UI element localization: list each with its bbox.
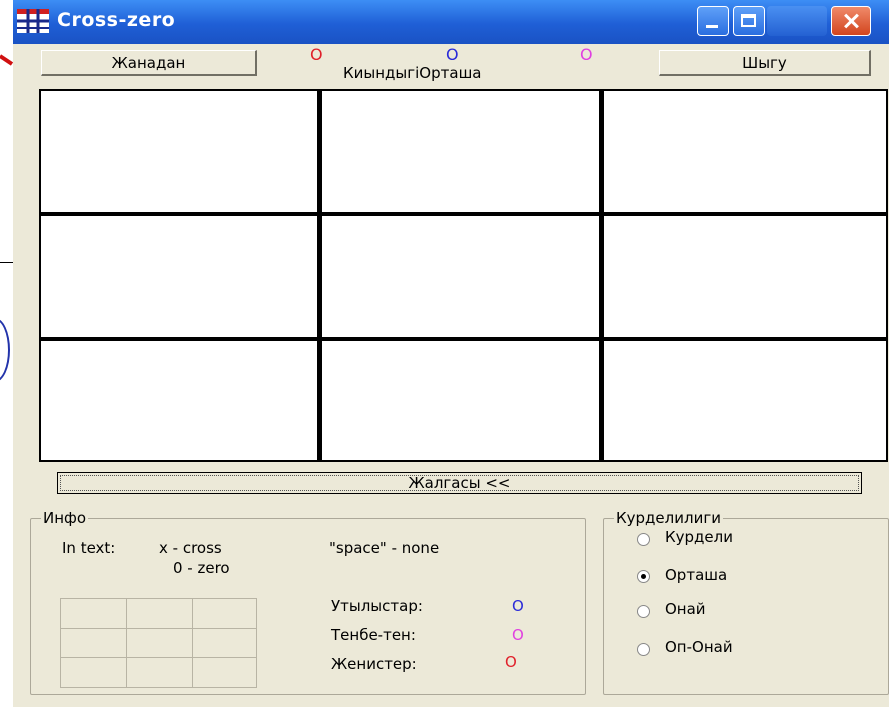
mini-board-cell — [193, 599, 256, 629]
mini-board-cell — [127, 658, 193, 687]
title-bar[interactable]: Cross-zero — [13, 0, 889, 44]
titlebar-spacer — [767, 6, 827, 36]
board-grid-line — [41, 212, 886, 216]
board-cell-4[interactable] — [41, 216, 317, 337]
mini-board-cell — [193, 658, 256, 687]
radio-hard-label[interactable]: Курдели — [665, 528, 733, 546]
focus-outline — [60, 475, 859, 491]
mini-board-cell — [61, 629, 127, 658]
app-window: Cross-zero Жанадан O O O КиындыгiОрташа … — [13, 0, 889, 707]
zero-legend-text: 0 - zero — [173, 559, 230, 577]
radio-hard[interactable] — [637, 533, 650, 546]
radio-easy[interactable] — [637, 605, 650, 618]
board-cell-1[interactable] — [41, 91, 317, 212]
mini-board-cell — [127, 599, 193, 629]
board-cell-8[interactable] — [322, 341, 599, 460]
board-grid-line — [317, 91, 322, 460]
continue-button[interactable]: Жалгасы << — [57, 472, 862, 494]
mini-board-cell — [61, 658, 127, 687]
status-pink-circle: O — [580, 45, 593, 64]
status-blue-circle: O — [446, 45, 459, 64]
draws-label: Тенбе-тен: — [331, 626, 416, 644]
game-board — [39, 89, 888, 462]
radio-easy-label[interactable]: Онай — [665, 600, 706, 618]
exit-button[interactable]: Шыгу — [659, 50, 871, 76]
board-cell-3[interactable] — [604, 91, 886, 212]
board-cell-2[interactable] — [322, 91, 599, 212]
difficulty-status-label: КиындыгiОрташа — [343, 64, 482, 82]
board-grid-line — [599, 91, 604, 460]
new-game-button[interactable]: Жанадан — [41, 50, 257, 76]
status-red-circle: O — [310, 45, 323, 64]
mini-board-cell — [61, 599, 127, 629]
radio-very-easy-label[interactable]: Оп-Онай — [665, 638, 733, 656]
close-button[interactable] — [831, 6, 871, 36]
mini-board-cell — [127, 629, 193, 658]
radio-very-easy[interactable] — [637, 643, 650, 656]
cross-legend-text: x - cross — [159, 539, 222, 557]
maximize-button[interactable] — [733, 6, 765, 36]
wins-label: Утылыстар: — [331, 597, 423, 615]
window-title: Cross-zero — [57, 9, 176, 31]
space-legend-text: "space" - none — [329, 539, 440, 557]
board-grid-line — [41, 337, 886, 341]
board-cell-7[interactable] — [41, 341, 317, 460]
background-divider — [0, 262, 14, 263]
difficulty-legend: Курделилиги — [616, 509, 721, 527]
info-legend: Инфо — [43, 509, 87, 527]
radio-medium[interactable] — [637, 570, 650, 583]
board-cell-9[interactable] — [604, 341, 886, 460]
draws-pink-circle: O — [512, 626, 524, 644]
in-text-label: In text: — [62, 539, 116, 557]
minimize-button[interactable] — [697, 6, 729, 36]
grid-app-icon — [17, 9, 49, 33]
background-arrow-icon — [0, 54, 14, 66]
board-cell-5[interactable] — [322, 216, 599, 337]
mini-board-cell — [193, 629, 256, 658]
losses-label: Женистер: — [331, 655, 417, 673]
wins-blue-circle: O — [512, 597, 524, 615]
board-cell-6[interactable] — [604, 216, 886, 337]
radio-medium-label[interactable]: Орташа — [665, 566, 727, 584]
mini-board-preview — [60, 598, 257, 688]
losses-red-circle: O — [505, 653, 517, 671]
